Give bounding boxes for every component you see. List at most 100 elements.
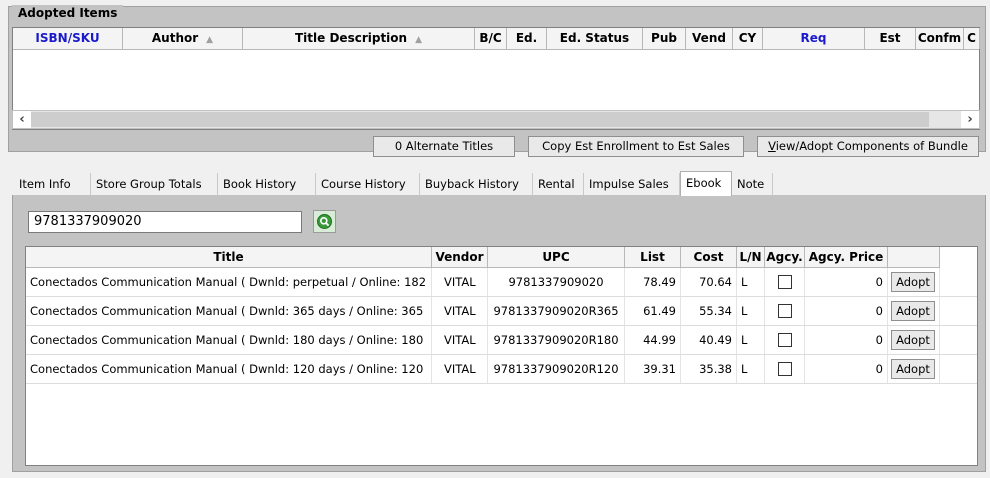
- tab-ebook[interactable]: Ebook: [680, 171, 732, 196]
- scroll-left-button[interactable]: ‹: [13, 111, 31, 128]
- vendor-cell: VITAL: [432, 268, 488, 296]
- list-price-cell: 39.31: [625, 355, 681, 383]
- grid-col-label: Confm: [917, 31, 962, 45]
- upc-cell: 9781337909020R365: [488, 297, 625, 325]
- agcy-checkbox[interactable]: [778, 333, 792, 347]
- grid-col-label: Ed. Status: [559, 31, 630, 45]
- adopt-cell: Adopt: [888, 326, 940, 354]
- table-row: Conectados Communication Manual ( Dwnld:…: [26, 326, 977, 355]
- sort-arrow-icon: ▲: [206, 35, 214, 45]
- grid-col-header[interactable]: Confm: [916, 28, 964, 49]
- sort-arrow-icon: ▲: [415, 35, 422, 45]
- agcy-checkbox[interactable]: [778, 304, 792, 318]
- grid-col-label: CY: [738, 31, 757, 45]
- vendor-cell: VITAL: [432, 355, 488, 383]
- grid-col-header[interactable]: Ed. Status: [547, 28, 643, 49]
- refresh-search-icon: [317, 214, 332, 229]
- grid-col-label: Ed.: [515, 31, 538, 45]
- agcy-checkbox[interactable]: [778, 275, 792, 289]
- agcy-cell: [765, 268, 805, 296]
- grid-col-label: Author: [151, 31, 199, 45]
- view-adopt-hotkey: V: [768, 139, 776, 153]
- grid-col-header[interactable]: Pub: [643, 28, 686, 49]
- title-cell: Conectados Communication Manual ( Dwnld:…: [26, 355, 432, 383]
- grid-col-label: C: [967, 31, 976, 45]
- cost-cell: 40.49: [681, 326, 737, 354]
- view-adopt-label: iew/Adopt Components of Bundle: [775, 139, 968, 153]
- ebook-col-header[interactable]: Cost: [681, 247, 737, 268]
- adopt-button[interactable]: Adopt: [891, 301, 935, 321]
- tab-item-info[interactable]: Item Info: [14, 173, 91, 195]
- ebook-col-header[interactable]: List: [625, 247, 681, 268]
- vendor-cell: VITAL: [432, 326, 488, 354]
- adopt-cell: Adopt: [888, 268, 940, 296]
- grid-col-label: ISBN/SKU: [35, 31, 100, 45]
- list-price-cell: 78.49: [625, 268, 681, 296]
- cost-cell: 55.34: [681, 297, 737, 325]
- isbn-search-input[interactable]: 9781337909020: [28, 211, 302, 233]
- agcy-price-cell: 0: [805, 355, 888, 383]
- tab-note[interactable]: Note: [732, 173, 773, 195]
- title-cell: Conectados Communication Manual ( Dwnld:…: [26, 326, 432, 354]
- agcy-cell: [765, 297, 805, 325]
- ebook-col-header[interactable]: Agcy. Price: [805, 247, 888, 268]
- list-price-cell: 61.49: [625, 297, 681, 325]
- cost-cell: 35.38: [681, 355, 737, 383]
- grid-col-label: Est: [879, 31, 901, 45]
- grid-col-header[interactable]: C: [964, 28, 980, 49]
- grid-col-header[interactable]: B/C: [475, 28, 507, 49]
- agcy-price-cell: 0: [805, 326, 888, 354]
- agcy-cell: [765, 355, 805, 383]
- upc-cell: 9781337909020R180: [488, 326, 625, 354]
- grid-col-label: Vend: [692, 31, 726, 45]
- adopt-button[interactable]: Adopt: [891, 272, 935, 292]
- agcy-price-cell: 0: [805, 297, 888, 325]
- tab-store-group-totals[interactable]: Store Group Totals: [91, 173, 218, 195]
- adopt-button[interactable]: Adopt: [891, 330, 935, 350]
- tab-impulse-sales[interactable]: Impulse Sales: [584, 173, 680, 195]
- table-row: Conectados Communication Manual ( Dwnld:…: [26, 355, 977, 384]
- ln-cell: L: [737, 355, 765, 383]
- horizontal-scrollbar[interactable]: ‹ ›: [12, 110, 980, 129]
- ln-cell: L: [737, 268, 765, 296]
- ebook-col-header[interactable]: UPC: [488, 247, 625, 268]
- ebook-col-header[interactable]: Agcy.: [765, 247, 805, 268]
- adopt-button[interactable]: Adopt: [891, 359, 935, 379]
- adopted-items-header-row: ISBN/SKU Author ▲ Title Description ▲ B/C Ed. E…: [13, 28, 980, 50]
- ebook-col-header[interactable]: Vendor: [432, 247, 488, 268]
- cost-cell: 70.64: [681, 268, 737, 296]
- grid-col-header[interactable]: Est: [865, 28, 916, 49]
- agcy-cell: [765, 326, 805, 354]
- table-row: Conectados Communication Manual ( Dwnld:…: [26, 297, 977, 326]
- agcy-checkbox[interactable]: [778, 362, 792, 376]
- table-row: Conectados Communication Manual ( Dwnld:…: [26, 268, 977, 297]
- ebook-col-header[interactable]: L/N: [737, 247, 765, 268]
- view-adopt-components-button[interactable]: View/Adopt Components of Bundle: [757, 136, 979, 157]
- list-price-cell: 44.99: [625, 326, 681, 354]
- grid-col-label: Title Description: [295, 31, 408, 45]
- grid-col-header[interactable]: ISBN/SKU: [13, 28, 123, 49]
- tab-book-history[interactable]: Book History: [218, 173, 316, 195]
- search-button[interactable]: [313, 210, 336, 233]
- scroll-thumb[interactable]: [31, 112, 929, 127]
- grid-col-header[interactable]: Req: [763, 28, 865, 49]
- tab-course-history[interactable]: Course History: [316, 173, 420, 195]
- grid-col-header[interactable]: Author ▲: [123, 28, 243, 49]
- ebook-col-header[interactable]: Title: [26, 247, 432, 268]
- grid-col-label: Pub: [651, 31, 677, 45]
- grid-col-header[interactable]: Title Description ▲: [243, 28, 475, 49]
- copy-est-enrollment-button[interactable]: Copy Est Enrollment to Est Sales: [528, 136, 744, 157]
- scroll-right-button[interactable]: ›: [961, 111, 979, 128]
- alternate-titles-button[interactable]: 0 Alternate Titles: [373, 136, 515, 157]
- upc-cell: 9781337909020R120: [488, 355, 625, 383]
- tab-rental[interactable]: Rental: [533, 173, 584, 195]
- grid-col-header[interactable]: CY: [733, 28, 763, 49]
- grid-col-header[interactable]: Vend: [686, 28, 733, 49]
- agcy-price-cell: 0: [805, 268, 888, 296]
- adopt-cell: Adopt: [888, 297, 940, 325]
- ebook-col-header: [888, 247, 940, 268]
- upc-cell: 9781337909020: [488, 268, 625, 296]
- grid-col-header[interactable]: Ed.: [507, 28, 547, 49]
- ln-cell: L: [737, 297, 765, 325]
- tab-buyback-history[interactable]: Buyback History: [420, 173, 533, 195]
